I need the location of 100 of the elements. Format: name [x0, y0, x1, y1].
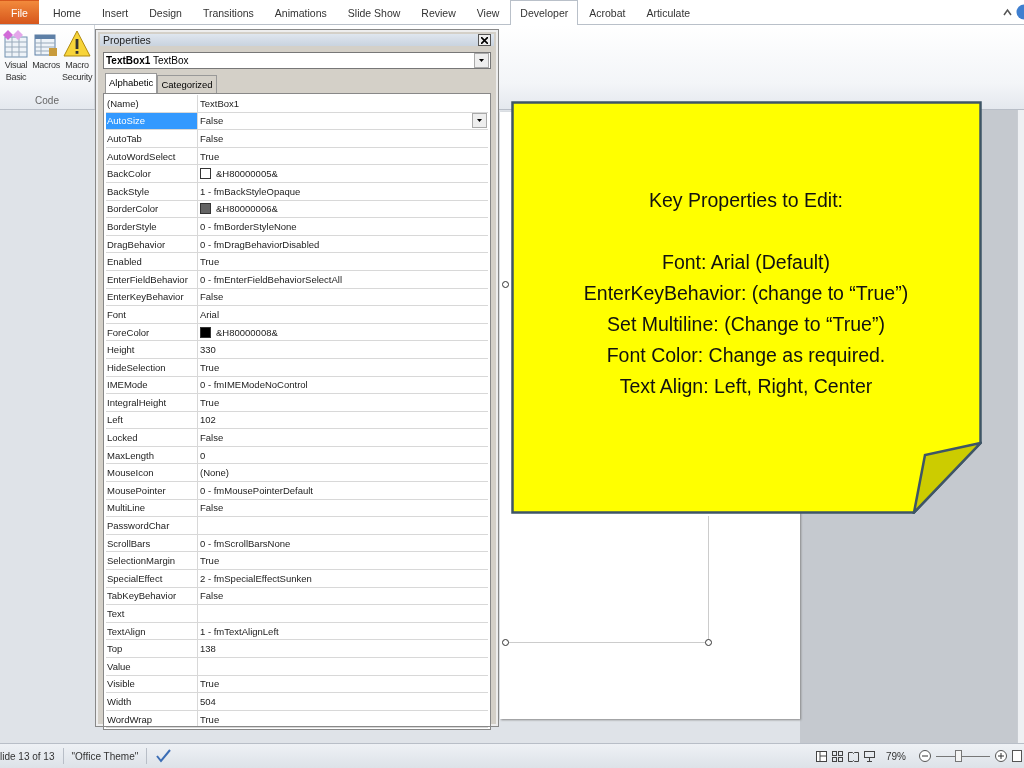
property-value[interactable]: 102 [200, 414, 216, 426]
property-value[interactable]: 0 [200, 449, 206, 461]
property-value[interactable]: 504 [200, 696, 216, 707]
property-name[interactable]: Value [106, 658, 198, 675]
property-name[interactable]: Text [106, 605, 198, 622]
property-value[interactable]: TextBox1 [200, 97, 240, 109]
resize-handle[interactable] [502, 281, 509, 288]
property-value[interactable]: False [200, 291, 224, 303]
object-dropdown[interactable]: TextBox1 TextBox [103, 52, 491, 69]
ribbon-tab[interactable]: View [466, 0, 510, 24]
ribbon-tab[interactable]: Articulate [636, 0, 701, 24]
fit-icon[interactable] [1012, 750, 1022, 762]
property-name[interactable]: Visible [106, 675, 198, 693]
property-value[interactable]: 1 - fmTextAlignLeft [200, 625, 279, 637]
property-name[interactable]: AutoWordSelect [106, 147, 198, 165]
property-value[interactable]: &H80000006& [216, 203, 278, 215]
property-value[interactable]: True [200, 555, 220, 567]
property-name[interactable]: ScrollBars [106, 534, 198, 552]
property-name[interactable]: PasswordChar [106, 517, 198, 534]
ribbon-tab[interactable]: Design [139, 0, 192, 24]
property-name[interactable]: BackColor [106, 165, 198, 182]
property-name[interactable]: Height [106, 341, 198, 358]
ribbon-button[interactable]: Visual Basic [1, 29, 31, 83]
property-value[interactable]: True [200, 256, 220, 268]
property-name[interactable]: BackStyle [106, 182, 198, 200]
collapse-icon[interactable] [1003, 8, 1012, 16]
property-name[interactable]: TextAlign [106, 622, 198, 640]
zoom-out-icon[interactable] [919, 750, 931, 762]
property-name[interactable]: MouseIcon [106, 464, 198, 482]
property-name[interactable]: SpecialEffect [106, 570, 198, 587]
property-value[interactable]: 0 - fmScrollBarsNone [200, 537, 291, 549]
property-value[interactable]: 2 - fmSpecialEffectSunken [200, 572, 312, 584]
ribbon-tab[interactable]: Home [42, 0, 91, 24]
ribbon-tab[interactable]: Animations [264, 0, 337, 24]
sorter-view-icon[interactable] [832, 750, 843, 762]
property-name[interactable]: WordWrap [106, 710, 198, 728]
help-icon[interactable] [1016, 4, 1024, 20]
property-value[interactable]: True [200, 396, 220, 408]
property-value[interactable]: 1 - fmBackStyleOpaque [200, 185, 301, 197]
properties-tab[interactable]: Alphabetic [105, 73, 158, 93]
check-icon[interactable] [155, 749, 172, 763]
property-name[interactable]: Locked [106, 429, 198, 446]
property-name[interactable]: Enabled [106, 253, 198, 270]
close-button[interactable] [478, 34, 491, 46]
property-name[interactable]: EnterKeyBehavior [106, 288, 198, 306]
reading-view-icon[interactable] [848, 750, 859, 762]
property-name[interactable]: Font [106, 306, 198, 323]
property-name[interactable]: HideSelection [106, 358, 198, 376]
dropdown-icon[interactable] [477, 119, 482, 123]
property-name[interactable]: AutoTab [106, 130, 198, 147]
property-name[interactable]: SelectionMargin [106, 552, 198, 570]
property-value[interactable]: 0 - fmIMEModeNoControl [200, 379, 308, 391]
slider-thumb[interactable] [954, 750, 962, 762]
property-value[interactable]: 330 [200, 344, 216, 356]
property-value[interactable]: True [200, 678, 220, 690]
normal-view-icon[interactable] [816, 750, 827, 762]
slideshow-icon[interactable] [864, 750, 875, 762]
resize-handle[interactable] [705, 639, 712, 646]
property-value[interactable]: 0 - fmDragBehaviorDisabled [200, 238, 320, 250]
dropdown-icon[interactable] [479, 59, 484, 62]
property-name[interactable]: Width [106, 693, 198, 710]
property-value[interactable]: False [200, 133, 224, 144]
ribbon-button[interactable]: Macro Security [61, 29, 94, 83]
property-name[interactable]: IMEMode [106, 376, 198, 394]
property-value[interactable]: True [200, 150, 220, 162]
property-value[interactable]: (None) [200, 467, 230, 479]
ribbon-tab[interactable]: Transitions [192, 0, 264, 24]
property-name[interactable]: EnterFieldBehavior [106, 270, 198, 288]
property-value[interactable]: False [200, 432, 224, 444]
ribbon-tab[interactable]: Acrobat [579, 0, 636, 24]
ribbon-tab[interactable]: Insert [91, 0, 139, 24]
property-value[interactable]: False [200, 115, 224, 127]
property-value[interactable]: True [200, 713, 220, 725]
property-value[interactable]: &H80000005& [216, 168, 278, 180]
property-name[interactable]: BorderColor [106, 200, 198, 218]
ribbon-button[interactable]: Macros [31, 29, 61, 83]
property-value[interactable]: True [200, 361, 220, 373]
property-name[interactable]: MaxLength [106, 446, 198, 464]
property-name[interactable]: IntegralHeight [106, 394, 198, 411]
scroll-bar[interactable] [1017, 110, 1024, 743]
property-value[interactable]: False [200, 502, 224, 514]
resize-handle[interactable] [502, 639, 509, 646]
property-value[interactable]: 0 - fmEnterFieldBehaviorSelectAll [200, 273, 343, 285]
property-name[interactable]: (Name) [106, 95, 198, 112]
property-name[interactable]: Top [106, 640, 198, 657]
property-name[interactable]: BorderStyle [106, 218, 198, 235]
property-value[interactable]: 138 [200, 643, 216, 655]
ribbon-tab[interactable]: Developer [510, 0, 579, 25]
property-value[interactable]: 0 - fmMousePointerDefault [200, 484, 313, 496]
property-value[interactable]: False [200, 590, 224, 602]
property-value[interactable]: 0 - fmBorderStyleNone [200, 220, 297, 232]
properties-tab[interactable]: Categorized [157, 75, 217, 93]
property-value[interactable]: Arial [200, 308, 219, 320]
ribbon-tab[interactable]: Slide Show [337, 0, 411, 24]
property-name[interactable]: Left [106, 411, 198, 429]
property-name[interactable]: TabKeyBehavior [106, 587, 198, 605]
property-name[interactable]: MultiLine [106, 499, 198, 517]
zoom-in-icon[interactable] [995, 750, 1007, 762]
ribbon-tab[interactable]: Review [411, 0, 466, 24]
property-value[interactable]: &H80000008& [216, 326, 278, 338]
